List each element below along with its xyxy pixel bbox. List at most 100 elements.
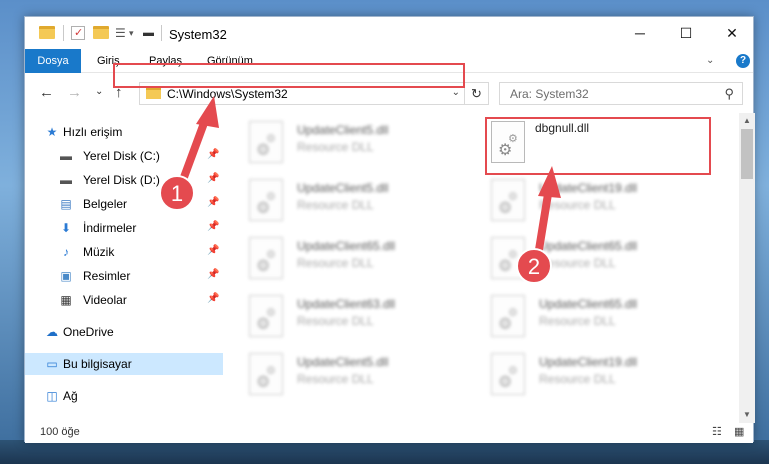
expand-ribbon-icon[interactable]: ⌄ <box>706 55 714 66</box>
search-input[interactable]: Ara: System32 <box>510 87 589 101</box>
file-name: UpdateClient19.dll <box>539 355 638 369</box>
quick-access-dropdown-icon[interactable]: ▬ <box>143 26 154 42</box>
pin-icon[interactable]: 📌 <box>207 221 219 232</box>
file-name: UpdateClient19.dll <box>539 181 638 195</box>
file-item[interactable]: ⚙ ⚙ UpdateClient63.dll Resource DLL <box>245 293 461 347</box>
search-box[interactable]: Ara: System32 ⚲ <box>499 82 743 105</box>
sidebar-item-label: Belgeler <box>83 197 128 211</box>
minimize-button[interactable]: ─ <box>617 17 663 49</box>
dll-file-icon: ⚙ ⚙ <box>249 295 283 337</box>
file-type: Resource DLL <box>539 372 616 386</box>
vertical-scrollbar[interactable]: ▲ ▼ <box>739 113 755 423</box>
sidebar-item-label: Resimler <box>83 269 131 283</box>
sidebar-item-label: Ağ <box>63 389 78 403</box>
sidebar-item-onedrive[interactable]: ☁ OneDrive <box>25 321 223 343</box>
help-icon[interactable]: ? <box>736 54 750 68</box>
pin-icon[interactable]: 📌 <box>207 197 219 208</box>
sidebar-item-label: Hızlı erişim <box>63 125 123 139</box>
sidebar-item-downloads[interactable]: ⬇ İndirmeler 📌 <box>25 217 223 239</box>
dll-file-icon: ⚙ ⚙ <box>249 179 283 221</box>
sidebar-item-label: OneDrive <box>63 325 114 339</box>
file-name: UpdateClient65.dll <box>539 239 638 253</box>
file-item[interactable]: ⚙ ⚙ UpdateClient5.dll Resource DLL <box>245 119 461 173</box>
folder-icon[interactable] <box>39 26 55 39</box>
cloud-icon: ☁ <box>46 325 58 339</box>
sidebar-item-local-disk-d[interactable]: ▬ Yerel Disk (D:) 📌 <box>25 169 223 191</box>
recent-locations-button[interactable]: ⌄ <box>95 86 103 97</box>
file-name: UpdateClient63.dll <box>297 297 396 311</box>
scroll-up-icon[interactable]: ▲ <box>739 113 755 129</box>
dll-file-icon: ⚙ ⚙ <box>491 237 525 279</box>
new-folder-icon[interactable] <box>93 26 109 39</box>
file-type: Resource DLL <box>297 198 374 212</box>
videos-icon: ▦ <box>60 293 72 307</box>
pin-icon[interactable]: 📌 <box>207 269 219 280</box>
pin-icon[interactable]: 📌 <box>207 173 219 184</box>
sidebar-item-label: İndirmeler <box>83 221 137 235</box>
star-icon: ★ <box>46 125 58 139</box>
sidebar-item-local-disk-c[interactable]: ▬ Yerel Disk (C:) 📌 <box>25 145 223 167</box>
file-item[interactable]: ⚙ ⚙ UpdateClient65.dll Resource DLL <box>487 293 703 347</box>
sidebar-item-network[interactable]: ◫ Ağ <box>25 385 223 407</box>
file-item[interactable]: ⚙ ⚙ UpdateClient19.dll Resource DLL <box>487 351 703 405</box>
computer-icon: ▭ <box>46 357 58 371</box>
pin-icon[interactable]: 📌 <box>207 149 219 160</box>
chevron-down-icon[interactable]: ⌄ <box>452 87 460 98</box>
dll-file-icon: ⚙ ⚙ <box>491 295 525 337</box>
tiles-view-icon[interactable]: ▦ <box>734 427 748 438</box>
sidebar-item-label: Yerel Disk (C:) <box>83 149 160 163</box>
file-item[interactable]: ⚙ ⚙ UpdateClient65.dll Resource DLL <box>245 235 461 289</box>
file-name: UpdateClient5.dll <box>297 123 389 137</box>
address-path[interactable]: C:\Windows\System32 <box>167 87 288 101</box>
file-item[interactable]: ⚙ ⚙ UpdateClient19.dll Resource DLL <box>487 177 703 231</box>
folder-icon <box>146 87 161 99</box>
dll-file-icon: ⚙ ⚙ <box>249 121 283 163</box>
file-type: Resource DLL <box>539 256 616 270</box>
pin-icon[interactable]: 📌 <box>207 293 219 304</box>
search-icon[interactable]: ⚲ <box>724 86 734 102</box>
properties-icon[interactable]: ✓ <box>71 26 85 40</box>
network-icon: ◫ <box>46 389 58 403</box>
forward-button[interactable]: → <box>67 84 82 101</box>
item-count: 100 öğe <box>40 426 80 438</box>
navigation-pane: ★ Hızlı erişim ▬ Yerel Disk (C:) 📌 ▬ Yer… <box>25 113 223 423</box>
refresh-button[interactable]: ↻ <box>464 83 488 104</box>
close-button[interactable]: ✕ <box>709 17 755 49</box>
details-view-icon[interactable]: ☷ <box>712 427 726 438</box>
drive-icon: ▬ <box>60 173 72 187</box>
scroll-thumb[interactable] <box>741 129 753 179</box>
window-title: System32 <box>169 27 227 42</box>
dll-file-icon: ⚙ ⚙ <box>249 353 283 395</box>
customize-quick-access-icon[interactable]: ☰ <box>115 26 129 42</box>
divider <box>161 25 162 41</box>
sidebar-item-this-pc[interactable]: ▭ Bu bilgisayar <box>25 353 223 375</box>
sidebar-item-quick-access[interactable]: ★ Hızlı erişim <box>25 121 223 143</box>
chevron-down-icon[interactable]: ▾ <box>129 26 134 42</box>
dll-file-icon: ⚙ ⚙ <box>491 353 525 395</box>
file-type: Resource DLL <box>297 256 374 270</box>
file-type: Resource DLL <box>539 198 616 212</box>
tab-file[interactable]: Dosya <box>25 49 81 73</box>
file-item[interactable]: ⚙ ⚙ UpdateClient5.dll Resource DLL <box>245 177 461 231</box>
file-name: UpdateClient65.dll <box>539 297 638 311</box>
file-name: UpdateClient5.dll <box>297 181 389 195</box>
file-type: Resource DLL <box>539 314 616 328</box>
dll-file-icon: ⚙ ⚙ <box>249 237 283 279</box>
back-button[interactable]: ← <box>39 84 54 101</box>
file-item[interactable]: ⚙ ⚙ UpdateClient65.dll Resource DLL <box>487 235 703 289</box>
pin-icon[interactable]: 📌 <box>207 245 219 256</box>
sidebar-item-label: Bu bilgisayar <box>63 357 132 371</box>
sidebar-item-videos[interactable]: ▦ Videolar 📌 <box>25 289 223 311</box>
music-icon: ♪ <box>63 245 69 259</box>
file-highlight <box>485 117 711 175</box>
sidebar-item-label: Videolar <box>83 293 127 307</box>
maximize-button[interactable]: ☐ <box>663 17 709 49</box>
scroll-down-icon[interactable]: ▼ <box>739 407 755 423</box>
desktop-background <box>0 440 769 464</box>
file-name: UpdateClient5.dll <box>297 355 389 369</box>
status-bar: 100 öğe ☷ ▦ <box>25 423 753 443</box>
sidebar-item-documents[interactable]: ▤ Belgeler 📌 <box>25 193 223 215</box>
sidebar-item-pictures[interactable]: ▣ Resimler 📌 <box>25 265 223 287</box>
sidebar-item-music[interactable]: ♪ Müzik 📌 <box>25 241 223 263</box>
file-item[interactable]: ⚙ ⚙ UpdateClient5.dll Resource DLL <box>245 351 461 405</box>
